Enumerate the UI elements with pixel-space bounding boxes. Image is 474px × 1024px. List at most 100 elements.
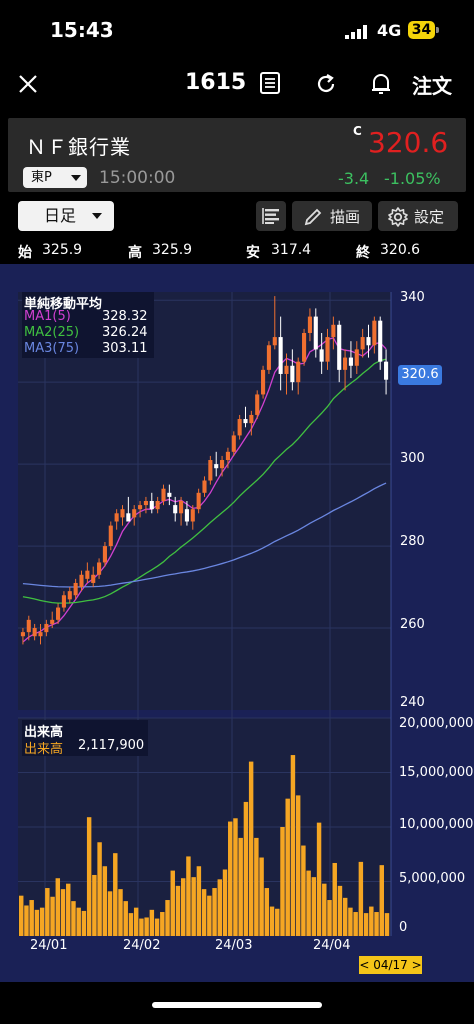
high-label: 高: [128, 245, 142, 261]
volume-bar: [102, 866, 108, 936]
volume-bar: [374, 912, 379, 936]
refresh-icon[interactable]: [314, 72, 338, 100]
date-cursor[interactable]: < 04/17 >: [359, 956, 422, 974]
candle-body: [284, 365, 289, 374]
open-value: 325.9: [42, 242, 83, 258]
close-icon[interactable]: [16, 72, 40, 100]
volume-bar: [369, 906, 374, 936]
candle-body: [343, 357, 348, 370]
ma2-label: MA2(25): [24, 325, 80, 340]
open-label: 始: [18, 245, 32, 261]
chart-toolbar: 日足 描画 設定: [0, 196, 474, 236]
price-tick-340: 340: [400, 290, 425, 305]
candle-body: [120, 509, 125, 518]
volume-tick-20m: 20,000,000: [399, 716, 474, 731]
quote-time: 15:00:00: [99, 168, 176, 188]
candle-body: [179, 501, 184, 514]
draw-label: 描画: [330, 208, 361, 226]
candle-body: [61, 595, 66, 608]
candle-body: [26, 619, 31, 633]
volume-bar: [66, 883, 71, 936]
document-icon[interactable]: [259, 71, 281, 99]
candle-body: [184, 509, 189, 522]
volume-bar: [363, 913, 369, 936]
draw-button[interactable]: 描画: [292, 201, 372, 231]
period-select[interactable]: 日足: [18, 201, 114, 231]
candle-body: [243, 419, 248, 424]
candle-body: [290, 365, 295, 383]
candle-body: [214, 464, 219, 469]
x-tick-mar: 24/03: [215, 938, 253, 953]
x-tick-apr: 24/04: [313, 938, 351, 953]
candle-body: [196, 492, 201, 510]
volume-bar: [175, 885, 181, 936]
date-cursor-value: < 04/17 >: [359, 958, 422, 972]
volume-bar: [228, 821, 233, 936]
home-indicator[interactable]: [152, 1002, 322, 1008]
candle-body: [56, 607, 61, 620]
nav-bar: 1615 注文: [0, 58, 474, 112]
ma-legend: 単純移動平均 MA1(5) 328.32 MA2(25) 326.24 MA3(…: [22, 292, 154, 358]
volume-bar: [191, 877, 196, 936]
close-value: 320.6: [380, 242, 421, 258]
network-label: 4G: [377, 21, 402, 40]
chart-area[interactable]: 340 320.6 300 280 260 240 20,000,000 15,…: [0, 264, 474, 982]
bell-icon[interactable]: [369, 71, 393, 101]
price-tick-280: 280: [400, 534, 425, 549]
volume-legend: 出来高 出来高 2,117,900: [22, 720, 148, 757]
price-change-percent: -1.05%: [384, 169, 441, 188]
volume-bar: [123, 901, 128, 936]
current-price-tag-value: 320.6: [401, 367, 439, 382]
candle-body: [85, 570, 90, 579]
order-button[interactable]: 注文: [412, 70, 452, 99]
volume-bar: [39, 907, 45, 936]
current-price: 320.6: [368, 126, 449, 159]
settings-button[interactable]: 設定: [378, 201, 458, 231]
candle-body: [202, 480, 207, 493]
volume-bar: [207, 895, 212, 936]
volume-bar: [107, 891, 113, 936]
volume-bar: [348, 907, 353, 936]
volume-bar: [243, 801, 249, 936]
bar-list-icon: [262, 208, 279, 224]
ma3-label: MA3(75): [24, 341, 80, 356]
market-select[interactable]: 東P: [23, 167, 87, 188]
candle-body: [138, 505, 143, 510]
indicator-button[interactable]: [256, 201, 286, 231]
candle-body: [249, 414, 254, 424]
candle-body: [132, 509, 137, 518]
volume-bar: [259, 857, 264, 936]
volume-bar: [196, 866, 202, 936]
volume-bar: [71, 901, 76, 936]
ohlc-row: 始 325.9 高 325.9 安 317.4 終 320.6: [0, 238, 474, 264]
candle-body: [155, 501, 160, 510]
candle-body: [79, 574, 84, 588]
volume-bar: [238, 837, 243, 936]
volume-legend-value: 2,117,900: [78, 738, 145, 753]
volume-bar: [280, 827, 285, 936]
candle-body: [67, 591, 72, 600]
volume-bar: [322, 883, 327, 936]
candle-body: [143, 501, 148, 506]
volume-bar: [327, 900, 332, 936]
volume-bar: [118, 889, 123, 936]
volume-bar: [76, 907, 81, 936]
candle-body: [102, 546, 107, 563]
candle-body: [325, 337, 330, 362]
volume-bar: [180, 878, 186, 936]
volume-bar: [45, 888, 50, 936]
candle-body: [266, 345, 271, 370]
volume-bar: [133, 907, 139, 936]
volume-bar: [301, 845, 306, 936]
volume-bar: [353, 912, 358, 936]
price-tick-240: 240: [400, 695, 425, 710]
home-bar: [0, 982, 474, 1024]
gear-icon: [388, 207, 408, 227]
volume-bar: [358, 861, 364, 936]
candle-body: [173, 505, 178, 514]
ma3-value: 303.11: [102, 341, 148, 356]
volume-bar: [92, 874, 97, 936]
volume-bar: [154, 918, 160, 936]
volume-bar: [337, 885, 343, 936]
candle-body: [360, 337, 365, 350]
